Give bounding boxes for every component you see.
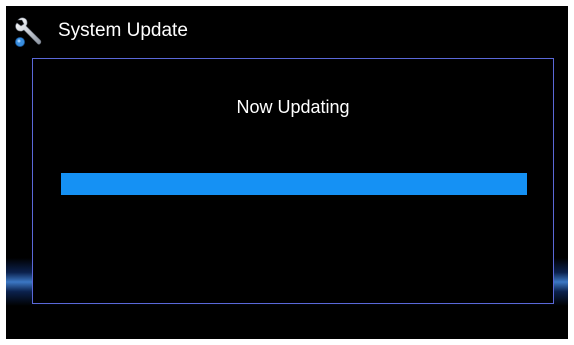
page-title: System Update bbox=[58, 20, 188, 41]
progress-fill bbox=[61, 173, 527, 195]
update-dialog: Now Updating bbox=[32, 58, 554, 304]
progress-bar bbox=[61, 173, 527, 195]
header-bar: System Update bbox=[6, 6, 568, 52]
system-update-screen: System Update Now Updating bbox=[6, 6, 568, 339]
wrench-icon bbox=[14, 16, 46, 48]
status-message: Now Updating bbox=[236, 97, 350, 117]
